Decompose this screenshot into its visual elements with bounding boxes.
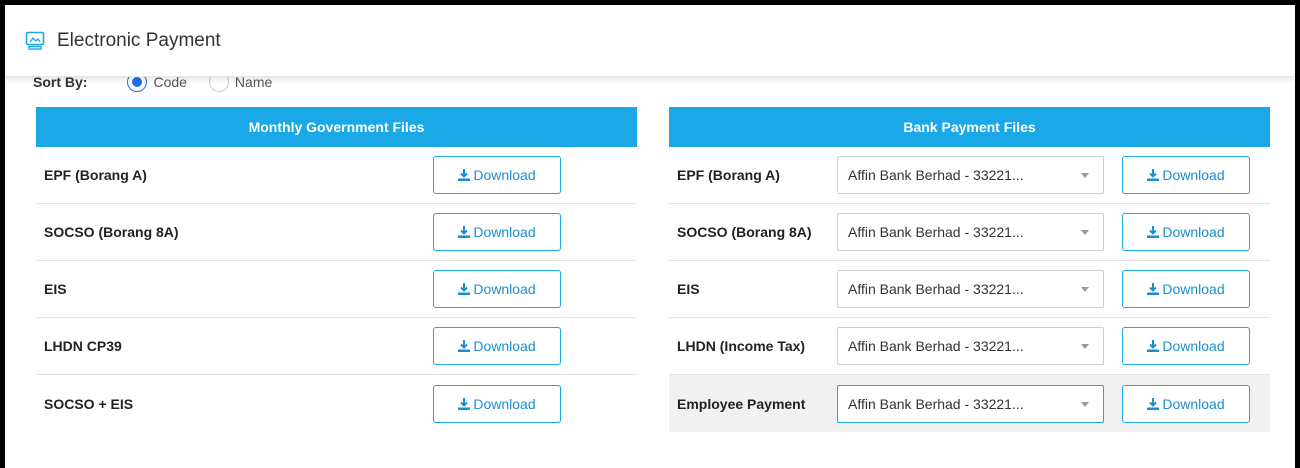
chevron-down-icon xyxy=(1081,230,1089,235)
panel-title: Bank Payment Files xyxy=(669,107,1270,147)
bank-select[interactable]: Affin Bank Berhad - 33221... xyxy=(837,213,1104,251)
download-icon xyxy=(1147,283,1160,295)
table-row: EIS Download xyxy=(36,261,637,318)
file-name: SOCSO + EIS xyxy=(44,395,134,412)
bank-select-value: Affin Bank Berhad - 33221... xyxy=(848,395,1024,412)
panel-title: Monthly Government Files xyxy=(36,107,637,147)
file-name: EIS xyxy=(677,281,700,297)
bank-select[interactable]: Affin Bank Berhad - 33221... xyxy=(837,270,1104,308)
app-frame: Electronic Payment Sort By: Code Name Mo… xyxy=(5,5,1295,468)
download-button[interactable]: Download xyxy=(433,156,561,194)
download-button[interactable]: Download xyxy=(1122,384,1250,423)
file-name: SOCSO (Borang 8A) xyxy=(44,224,179,240)
bank-files-panel: Bank Payment Files EPF (Borang A) Affin … xyxy=(669,107,1270,432)
table-row: EIS Affin Bank Berhad - 33221... Downloa… xyxy=(669,261,1270,318)
file-name: SOCSO (Borang 8A) xyxy=(677,224,812,240)
bank-select-value: Affin Bank Berhad - 33221... xyxy=(848,281,1024,297)
download-button[interactable]: Download xyxy=(1122,270,1250,308)
file-name: LHDN CP39 xyxy=(44,338,122,354)
bank-select[interactable]: Affin Bank Berhad - 33221... xyxy=(837,156,1104,194)
download-icon xyxy=(458,169,471,181)
download-button[interactable]: Download xyxy=(433,327,561,365)
government-files-panel: Monthly Government Files EPF (Borang A) … xyxy=(36,107,637,432)
download-icon xyxy=(1147,397,1160,410)
download-icon xyxy=(1147,340,1160,352)
download-icon xyxy=(1147,169,1160,181)
page-header: Electronic Payment xyxy=(5,5,1295,77)
download-icon xyxy=(458,226,471,238)
table-row: Employee Payment Affin Bank Berhad - 332… xyxy=(669,375,1270,432)
download-button[interactable]: Download xyxy=(1122,213,1250,251)
bank-select-value: Affin Bank Berhad - 33221... xyxy=(848,338,1024,354)
download-icon xyxy=(458,283,471,295)
file-name: Employee Payment xyxy=(677,395,806,412)
bank-select-value: Affin Bank Berhad - 33221... xyxy=(848,224,1024,240)
file-name: EPF (Borang A) xyxy=(677,167,780,183)
file-name: LHDN (Income Tax) xyxy=(677,338,806,354)
table-row: LHDN (Income Tax) Affin Bank Berhad - 33… xyxy=(669,318,1270,375)
download-button[interactable]: Download xyxy=(433,384,561,423)
table-row: EPF (Borang A) Download xyxy=(36,147,637,204)
chevron-down-icon xyxy=(1081,344,1089,349)
chevron-down-icon xyxy=(1081,401,1089,407)
download-button[interactable]: Download xyxy=(433,270,561,308)
file-name: EPF (Borang A) xyxy=(44,167,147,183)
download-button[interactable]: Download xyxy=(433,213,561,251)
monitor-icon xyxy=(25,30,47,52)
chevron-down-icon xyxy=(1081,287,1089,292)
bank-select[interactable]: Affin Bank Berhad - 33221... xyxy=(837,327,1104,365)
table-row: SOCSO (Borang 8A) Affin Bank Berhad - 33… xyxy=(669,204,1270,261)
download-button[interactable]: Download xyxy=(1122,327,1250,365)
table-row: SOCSO (Borang 8A) Download xyxy=(36,204,637,261)
download-icon xyxy=(458,397,471,410)
chevron-down-icon xyxy=(1081,173,1089,178)
table-row: SOCSO + EIS Download xyxy=(36,375,637,432)
bank-select[interactable]: Affin Bank Berhad - 33221... xyxy=(837,384,1104,423)
table-row: EPF (Borang A) Affin Bank Berhad - 33221… xyxy=(669,147,1270,204)
page-title: Electronic Payment xyxy=(57,29,221,51)
download-icon xyxy=(1147,226,1160,238)
bank-select-value: Affin Bank Berhad - 33221... xyxy=(848,167,1024,183)
table-row: LHDN CP39 Download xyxy=(36,318,637,375)
download-button[interactable]: Download xyxy=(1122,156,1250,194)
file-name: EIS xyxy=(44,281,67,297)
download-icon xyxy=(458,340,471,352)
